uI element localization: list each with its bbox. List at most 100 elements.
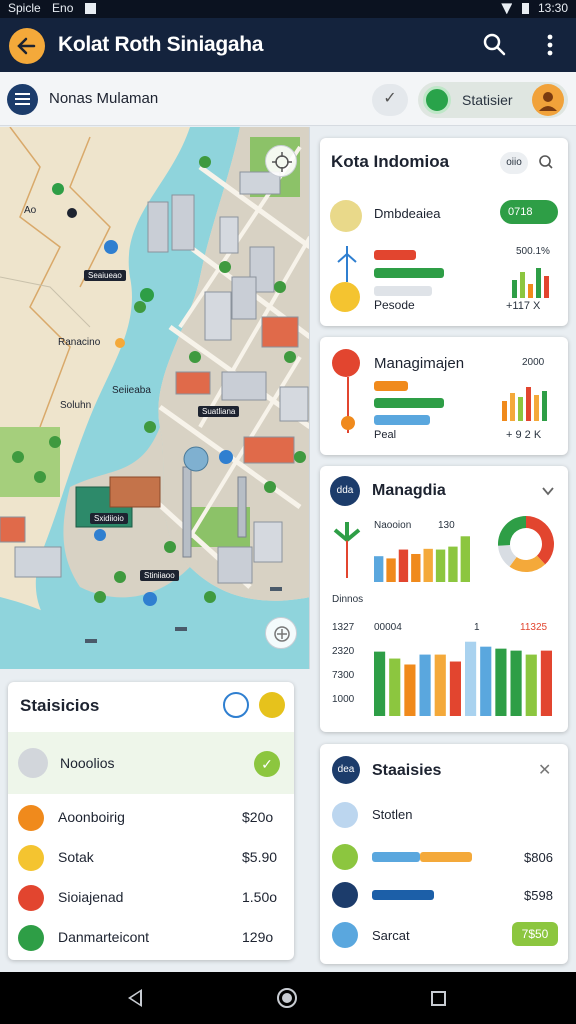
mini-bars: [512, 268, 549, 298]
item-value: 1.50o: [242, 889, 278, 905]
menu-button[interactable]: [7, 84, 38, 115]
hamburger-line: [15, 98, 30, 100]
layers-button[interactable]: [265, 617, 297, 649]
card-kota: Kota Indomioa oiio Dmbdeaiea 0718 Pesode…: [320, 138, 568, 326]
chart-bar: [423, 548, 433, 582]
statistics-toggle[interactable]: Statisier: [418, 82, 568, 118]
battery-icon: [521, 3, 529, 15]
settings-icon[interactable]: [259, 692, 285, 718]
filter-badge[interactable]: oiio: [500, 152, 528, 174]
more-options-button[interactable]: [538, 32, 562, 58]
map-tag[interactable]: Sxidiioio: [90, 513, 128, 524]
row-label: Peal: [374, 429, 397, 441]
count-value: + 9 2 K: [506, 429, 542, 441]
chart-bar: [510, 650, 522, 716]
nav-recents-icon[interactable]: [431, 991, 446, 1006]
donut-chart: [498, 516, 554, 572]
donut-slice: [526, 516, 554, 565]
percent-value: 500.1%: [516, 246, 550, 257]
item-value: 129o: [242, 929, 274, 945]
locate-button[interactable]: [265, 145, 297, 177]
map-label[interactable]: Ranacino: [58, 337, 100, 348]
chart-bar: [480, 646, 492, 716]
progress-bar: [372, 890, 434, 900]
city-map[interactable]: Ao Seiieaba Ranacino Soluhn Seaiueao Sua…: [0, 127, 310, 669]
map-label[interactable]: Soluhn: [60, 400, 91, 411]
value-badge[interactable]: 7$50: [512, 922, 558, 946]
progress-bar: [374, 381, 408, 391]
map-tag[interactable]: Seaiueao: [84, 270, 126, 281]
row-label: Pesode: [374, 298, 415, 312]
chevron-down-icon[interactable]: [541, 484, 555, 498]
status-badge[interactable]: 0718: [500, 200, 558, 224]
y-tick: 1327: [332, 622, 355, 633]
category-icon: [18, 805, 44, 831]
chart-bar: [411, 553, 421, 582]
list-item[interactable]: Sotak $5.90: [8, 837, 294, 877]
map-tag[interactable]: Stiniiaoo: [140, 570, 179, 581]
status-icon: [332, 349, 360, 377]
map-label[interactable]: Seiieaba: [112, 385, 151, 396]
chart-bar: [404, 664, 416, 716]
mail-icon: [18, 925, 44, 951]
card-title: Staisicios: [20, 696, 100, 715]
landscape-icon: [330, 200, 362, 232]
y-tick: 7300: [332, 670, 355, 681]
sub-title: Nonas Mulaman: [49, 90, 159, 107]
card-staaisies: dea Staaisies ✕ Stotlen $806 $598 Sarcat…: [320, 744, 568, 964]
list-item[interactable]: Aoonboirig $20o: [8, 797, 294, 837]
card-title: Managdia: [372, 482, 446, 499]
search-button[interactable]: [482, 32, 508, 58]
search-icon[interactable]: [538, 154, 554, 170]
search-icon[interactable]: [223, 692, 249, 718]
mini-bars: [502, 387, 547, 421]
nav-back-icon[interactable]: [128, 989, 142, 1007]
check-icon[interactable]: ✓: [254, 751, 280, 777]
map-label[interactable]: Ao: [24, 205, 36, 216]
user-name: Nooolios: [60, 755, 115, 771]
chart-bar: [448, 546, 458, 582]
top-value: 2000: [522, 357, 545, 368]
list-item[interactable]: Sioiajenad 1.50o: [8, 877, 294, 917]
bar-chart-small: [374, 536, 470, 582]
nav-home-icon[interactable]: [277, 988, 297, 1008]
row-value: $806: [524, 850, 553, 865]
back-button[interactable]: [9, 28, 45, 64]
row-label: Sarcat: [372, 928, 410, 943]
layers-icon: [274, 626, 290, 642]
bottom-label: Dinnos: [332, 594, 364, 605]
chart-bar: [434, 654, 446, 716]
device-icon: [332, 802, 358, 828]
card-title: Managimajen: [374, 355, 465, 372]
category-icon: [18, 845, 44, 871]
item-label: Aoonboirig: [58, 809, 125, 825]
chart-bar: [449, 661, 461, 716]
card-managimajen: Managimajen 2000 Peal + 9 2 K: [320, 337, 568, 455]
windmill-icon: [333, 522, 361, 578]
y-tick: 2320: [332, 646, 355, 657]
map-tag[interactable]: Suatliana: [198, 406, 240, 417]
statistics-label: Statisier: [462, 92, 513, 108]
bar-chart-large: [374, 641, 552, 716]
close-icon[interactable]: ✕: [538, 760, 551, 780]
sub-value: 130: [438, 520, 455, 531]
avatar: [18, 748, 48, 778]
donut-slice: [498, 516, 526, 546]
progress-bar: [420, 852, 472, 862]
item-label: Sioiajenad: [58, 889, 124, 905]
chart-bar: [460, 536, 470, 582]
status-time: 13:30: [537, 1, 568, 15]
avatar[interactable]: [532, 84, 564, 116]
list-item[interactable]: Danmarteicont 129o: [8, 917, 294, 957]
user-row[interactable]: Nooolios ✓: [8, 732, 294, 794]
user-icon: [539, 92, 557, 111]
item-value: $20o: [242, 809, 274, 825]
progress-bar: [374, 250, 416, 260]
hamburger-line: [15, 103, 30, 105]
row-label: Dmbdeaiea: [374, 206, 441, 221]
item-value: $5.90: [242, 849, 278, 865]
confirm-button[interactable]: ✓: [372, 84, 408, 116]
top-value: 00004: [374, 622, 402, 633]
row-value: $598: [524, 888, 553, 903]
card-statistics: Staisicios Nooolios ✓ Aoonboirig $20o So…: [8, 682, 294, 960]
